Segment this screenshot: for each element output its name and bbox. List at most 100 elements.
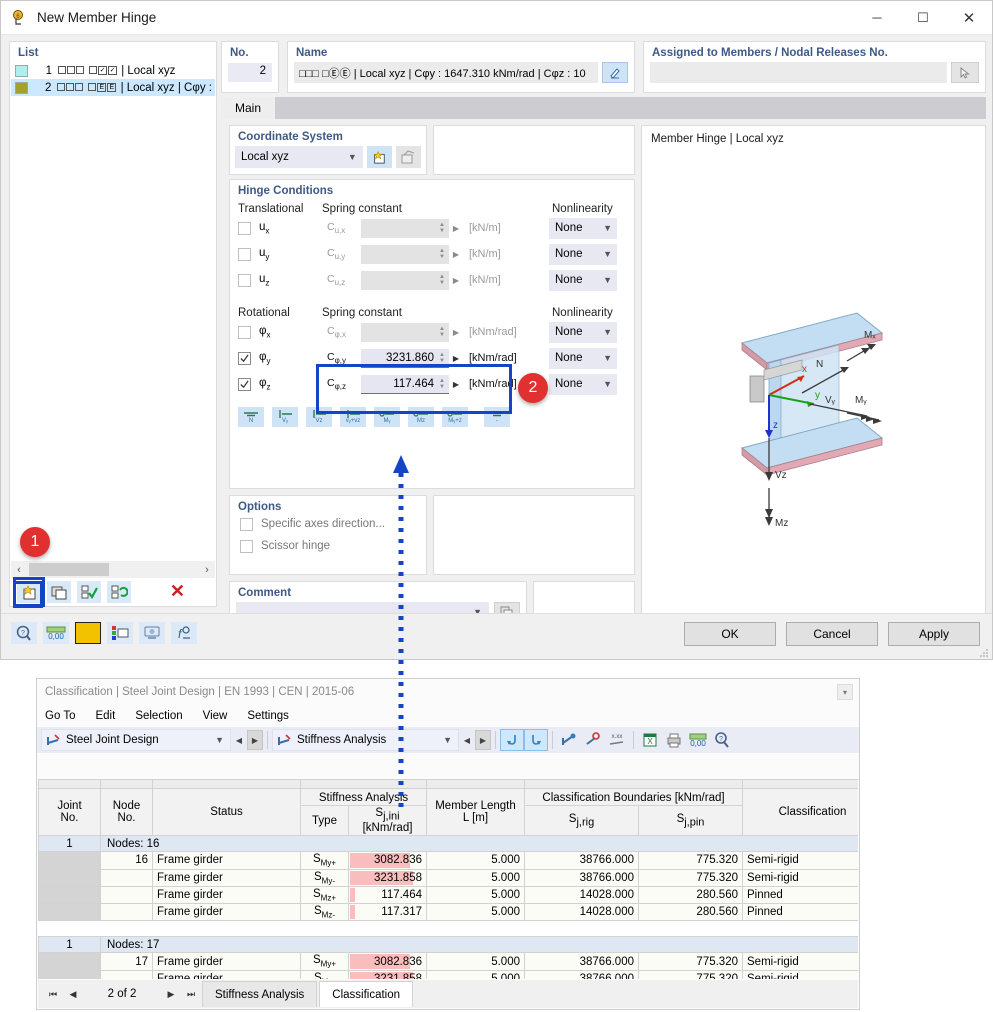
spinner-arrows-icon[interactable]: ▲ ▼ — [437, 222, 447, 234]
number-value[interactable]: 2 — [228, 63, 272, 82]
spin-next-cphix-icon[interactable]: ▶ — [449, 328, 463, 337]
hinge-quick-N-button[interactable]: N — [238, 407, 264, 427]
view-icon[interactable] — [139, 622, 165, 644]
nonlinearity-phiy-select[interactable]: None ▼ — [549, 347, 617, 369]
table-row[interactable]: Frame girder SMz+ 117.464 5.000 14028.00… — [38, 885, 858, 905]
new-coordinate-system-button[interactable] — [366, 146, 392, 168]
value-cphiy[interactable]: 3231.860 — [361, 352, 437, 364]
spin-next-cuz-icon[interactable]: ▶ — [449, 276, 463, 285]
col-sjini[interactable]: Sj,ini [kNm/rad] — [348, 804, 427, 837]
help-icon[interactable]: ? — [11, 622, 37, 644]
design-module-select[interactable]: Steel Joint Design ▼ — [41, 729, 231, 751]
ok-button[interactable]: OK — [684, 622, 776, 646]
checkbox-phix[interactable] — [238, 325, 251, 339]
spin-cux[interactable]: ▲ ▼ — [361, 218, 449, 238]
nonlinearity-uz-select[interactable]: None ▼ — [549, 269, 617, 291]
next-page-icon[interactable]: ▶ — [162, 989, 180, 1000]
table-row[interactable]: Frame girder SMy- 3231.858 5.000 38766.0… — [38, 969, 858, 979]
spin-next-cphiy-icon[interactable]: ▶ — [449, 354, 463, 363]
col-status[interactable]: Status — [152, 787, 301, 837]
list-item[interactable]: 1 ✓ ✓ | Local xyz — [11, 62, 215, 79]
select-all-button[interactable] — [77, 580, 101, 603]
apply-button[interactable]: Apply — [888, 622, 980, 646]
scroll-left-icon[interactable]: ‹ — [11, 564, 27, 576]
filter-icon[interactable] — [557, 729, 581, 751]
color-swatch[interactable] — [75, 622, 101, 644]
nonlinearity-ux-select[interactable]: None ▼ — [549, 217, 617, 239]
spinner-arrows-icon[interactable]: ▲ ▼ — [437, 326, 447, 338]
checkbox-uy[interactable] — [238, 247, 251, 261]
delete-item-button[interactable]: ✕ — [170, 581, 185, 602]
menu-edit[interactable]: Edit — [95, 710, 115, 722]
menu-selection[interactable]: Selection — [135, 710, 182, 722]
name-input[interactable]: □□□ □ⒺⒺ | Local xyz | Cφy : 1647.310 kNm… — [294, 62, 598, 83]
table-row[interactable]: 16 Frame girder SMy+ 3082.836 5.000 3876… — [38, 851, 858, 870]
next-module-button[interactable]: ▶ — [247, 730, 263, 750]
undo-arrow-icon[interactable] — [500, 729, 524, 751]
col-member-length[interactable]: Member Length L [m] — [426, 787, 525, 837]
analysis-type-select[interactable]: Stiffness Analysis ▼ — [272, 729, 459, 751]
spinner-arrows-icon[interactable]: ▲ ▼ — [437, 352, 447, 364]
table-row[interactable]: Frame girder SMy- 3231.858 5.000 38766.0… — [38, 868, 858, 887]
first-page-icon[interactable]: ⏮ — [44, 989, 62, 1000]
col-sjpin[interactable]: Sj,pin — [638, 804, 743, 837]
col-classification[interactable]: Classification — [742, 787, 858, 837]
minimize-button[interactable]: ─ — [854, 1, 900, 35]
menu-settings[interactable]: Settings — [247, 710, 289, 722]
checkbox-scissor-hinge[interactable] — [240, 539, 253, 553]
next-analysis-button[interactable]: ▶ — [475, 730, 491, 750]
tab-stiffness-analysis[interactable]: Stiffness Analysis — [202, 981, 318, 1007]
assigned-input[interactable] — [650, 62, 947, 83]
coordinate-system-select[interactable]: Local xyz ▼ — [235, 146, 363, 168]
nonlinearity-phiz-select[interactable]: None ▼ — [549, 373, 617, 395]
scrollbar-thumb[interactable] — [29, 563, 109, 576]
copy-item-button[interactable] — [47, 580, 71, 603]
cancel-button[interactable]: Cancel — [786, 622, 878, 646]
checkbox-uz[interactable] — [238, 273, 251, 287]
menu-view[interactable]: View — [203, 710, 228, 722]
search-icon[interactable]: ? — [710, 729, 734, 751]
checkbox-phiz[interactable] — [238, 377, 251, 391]
maximize-button[interactable]: ☐ — [900, 1, 946, 35]
xxx-icon[interactable]: x.xx — [605, 729, 629, 751]
redo-arrow-icon[interactable] — [524, 729, 548, 751]
checkbox-phiy[interactable] — [238, 351, 251, 365]
find-icon[interactable] — [581, 729, 605, 751]
spinner-arrows-icon[interactable]: ▲ ▼ — [437, 274, 447, 286]
pick-members-button[interactable] — [951, 62, 979, 83]
edit-coordinate-system-button[interactable] — [395, 146, 421, 168]
tab-main[interactable]: Main — [221, 97, 276, 119]
spin-next-cuy-icon[interactable]: ▶ — [449, 250, 463, 259]
prev-page-icon[interactable]: ◀ — [64, 989, 82, 1000]
list-horizontal-scrollbar[interactable]: ‹ › — [11, 561, 215, 578]
member-hinge-3d-graphic[interactable]: x y z N Mₓ Vᵧ Mᵧ Vᴢ Mᴢ — [642, 148, 985, 618]
invert-selection-button[interactable] — [107, 580, 131, 603]
table-group-row[interactable]: 1 Nodes: 17 — [38, 936, 858, 954]
prev-analysis-button[interactable]: ◀ — [459, 730, 475, 750]
prev-module-button[interactable]: ◀ — [231, 730, 247, 750]
col-node-no[interactable]: Node No. — [100, 787, 153, 837]
spin-cuy[interactable]: ▲ ▼ — [361, 244, 449, 264]
last-page-icon[interactable]: ⏭ — [182, 989, 200, 1000]
classification-grid[interactable]: Joint No. Node No. Status Stiffness Anal… — [38, 779, 858, 979]
spinner-arrows-icon[interactable]: ▲ ▼ — [437, 248, 447, 260]
nonlinearity-phix-select[interactable]: None ▼ — [549, 321, 617, 343]
table-row[interactable]: Frame girder SMz- 117.317 5.000 14028.00… — [38, 903, 858, 922]
spin-next-cux-icon[interactable]: ▶ — [449, 224, 463, 233]
close-button[interactable]: ✕ — [946, 1, 992, 35]
col-type[interactable]: Type — [300, 804, 349, 837]
units-icon[interactable]: 0,00 — [686, 729, 710, 751]
col-joint-no[interactable]: Joint No. — [38, 787, 101, 837]
units-icon[interactable]: 0,00 — [43, 622, 69, 644]
formula-icon[interactable]: f — [171, 622, 197, 644]
spin-cuz[interactable]: ▲ ▼ — [361, 270, 449, 290]
table-window-expand-button[interactable]: ▾ — [837, 684, 853, 700]
table-group-row[interactable]: 1 Nodes: 16 — [38, 835, 858, 853]
checkbox-specific-axes[interactable] — [240, 517, 253, 531]
table-row[interactable]: 17 Frame girder SMy+ 3082.836 5.000 3876… — [38, 952, 858, 971]
resize-grip[interactable] — [979, 647, 989, 657]
excel-icon[interactable]: X — [638, 729, 662, 751]
hinge-quick-Vy-button[interactable]: Vᵧ — [272, 407, 298, 427]
nonlinearity-uy-select[interactable]: None ▼ — [549, 243, 617, 265]
edit-name-button[interactable] — [602, 62, 628, 83]
